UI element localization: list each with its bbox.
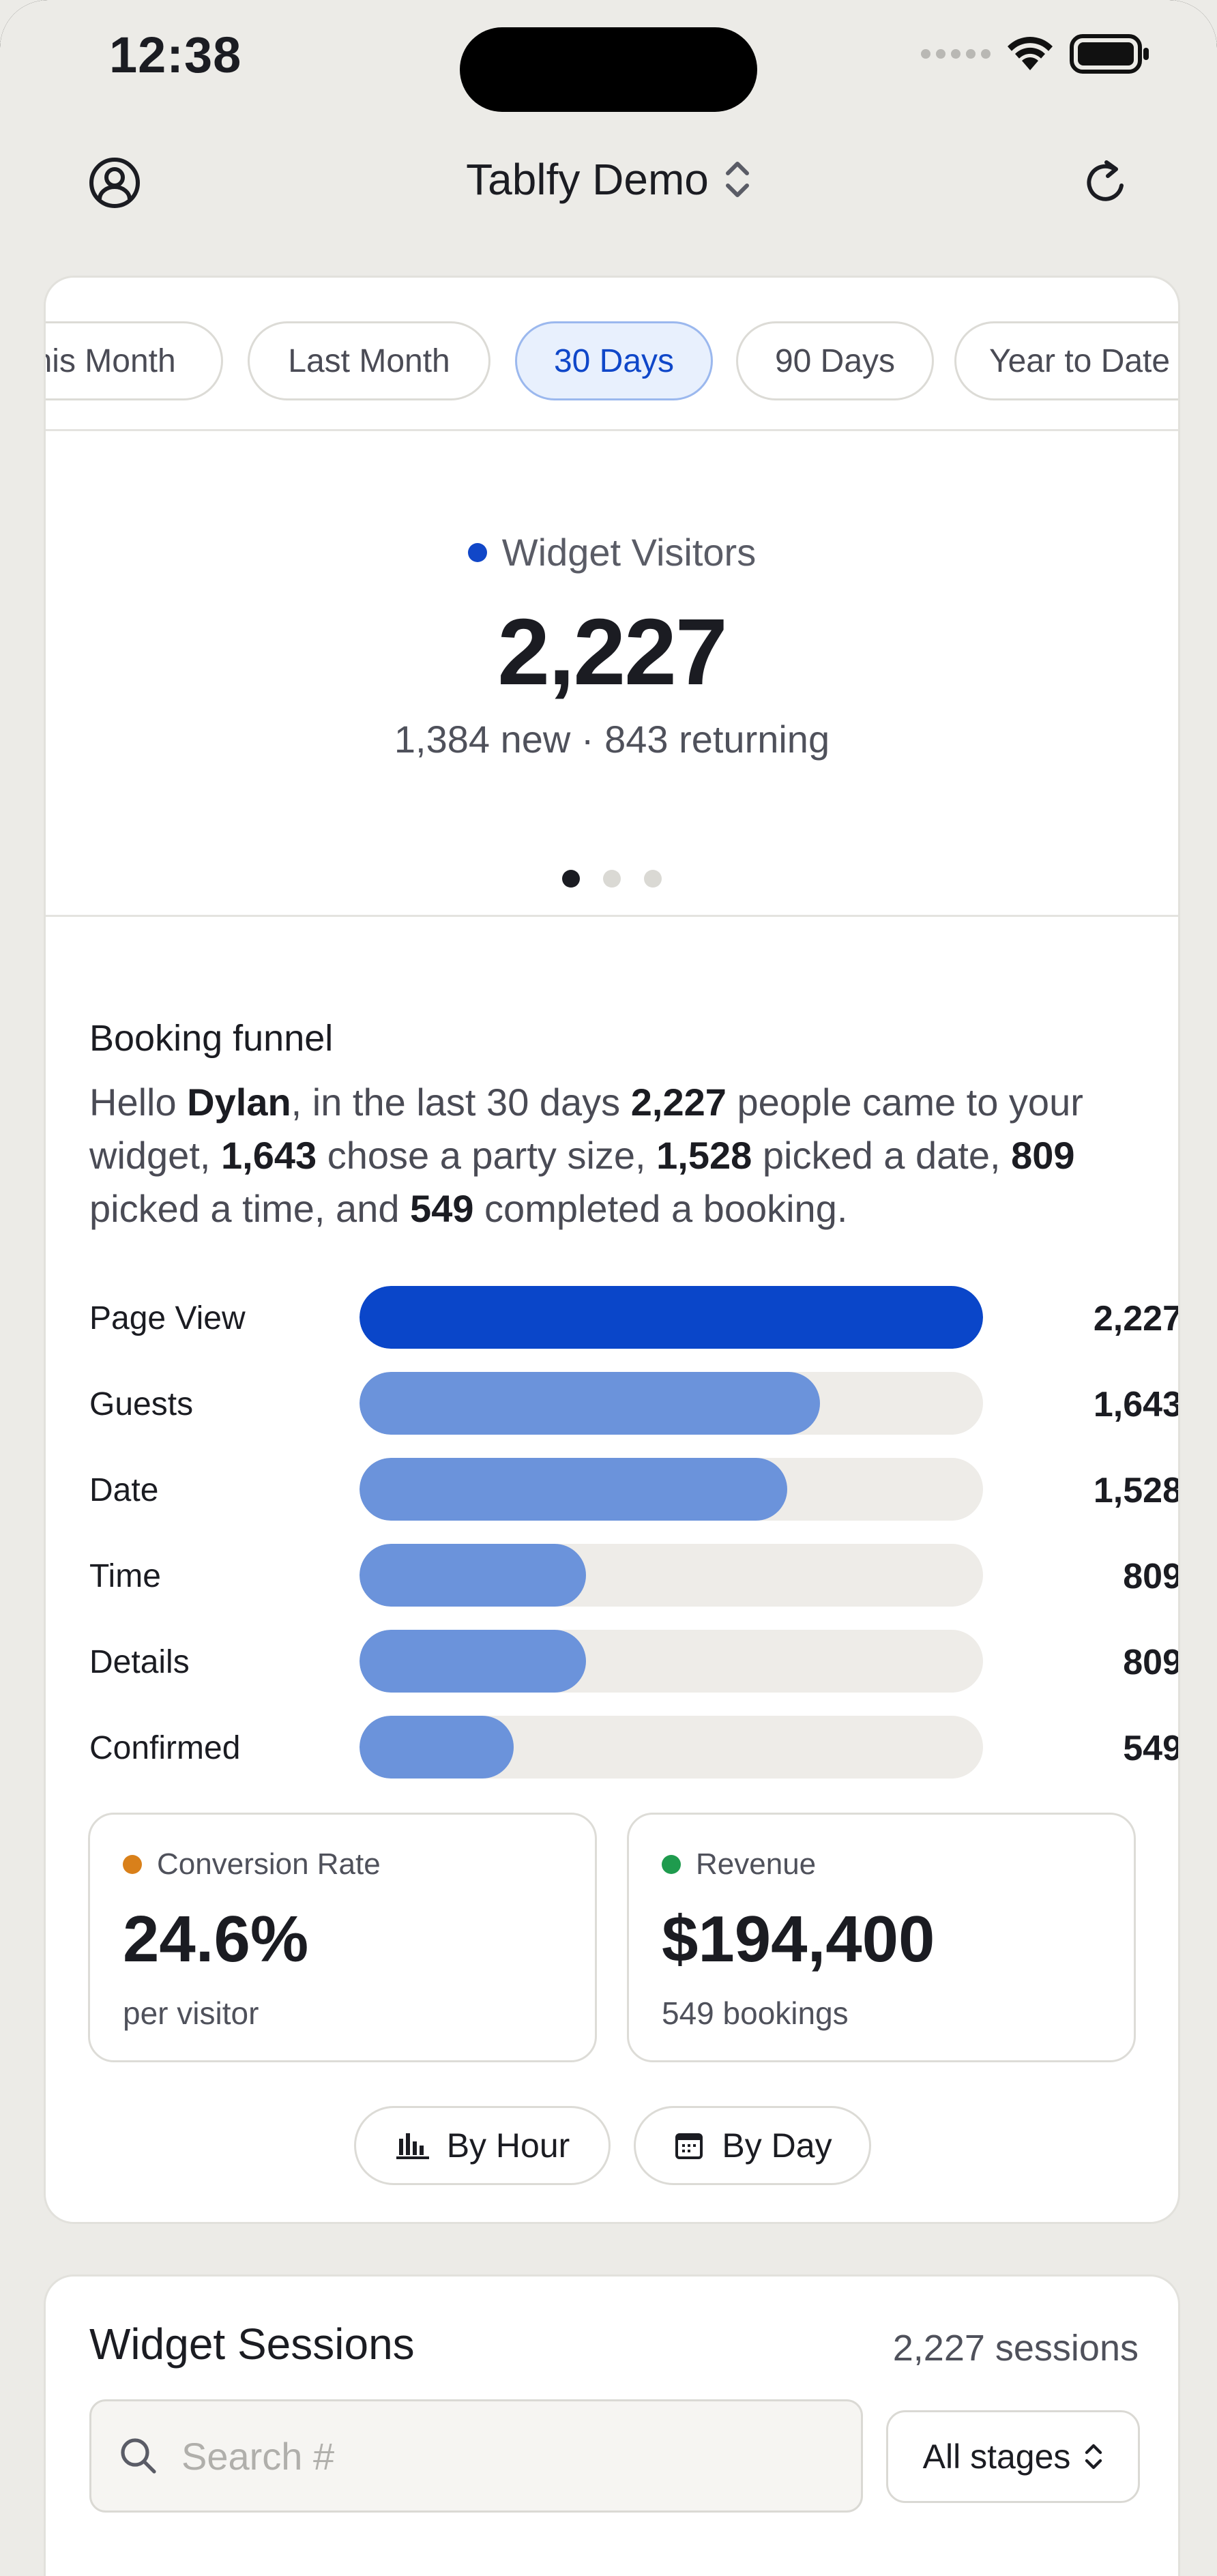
- funnel-step-label: Confirmed: [89, 1730, 241, 1766]
- revenue-dot-icon: [662, 1855, 681, 1874]
- funnel-row: Details 809: [89, 1630, 1180, 1693]
- sessions-card: Widget Sessions 2,227 sessions All stage…: [44, 2274, 1180, 2576]
- funnel-row: Confirmed 549: [89, 1716, 1180, 1779]
- kpi-label-text: Widget Visitors: [501, 531, 757, 574]
- page-dot-3[interactable]: [644, 870, 662, 888]
- search-icon: [121, 2438, 156, 2474]
- tab-90-days[interactable]: 90 Days: [736, 321, 934, 400]
- calendar-icon: [675, 2133, 703, 2159]
- funnel-bar-track: [360, 1716, 983, 1779]
- stat-value: 24.6%: [123, 1903, 309, 1976]
- by-day-label: By Day: [722, 2126, 832, 2165]
- kpi-label: Widget Visitors: [46, 530, 1178, 574]
- stat-sub: 549 bookings: [662, 1995, 849, 2031]
- by-hour-button[interactable]: By Hour: [354, 2106, 611, 2185]
- divider: [46, 429, 1178, 431]
- funnel-step-label: Page View: [89, 1300, 246, 1336]
- battery-icon: [1070, 34, 1149, 74]
- page-dot-2[interactable]: [603, 870, 621, 888]
- funnel-step-label: Date: [89, 1472, 159, 1508]
- signal-dots-icon: [921, 49, 991, 59]
- stat-label: Revenue: [696, 1847, 817, 1881]
- funnel-step-value: 2,227: [1093, 1299, 1180, 1338]
- session-search[interactable]: [89, 2399, 863, 2513]
- page-dot-1[interactable]: [562, 870, 580, 888]
- funnel-bar-track: [360, 1458, 983, 1521]
- funnel-step-label: Guests: [89, 1386, 194, 1422]
- chevron-up-down-icon: [725, 162, 749, 197]
- funnel-step-value: 549: [1123, 1729, 1180, 1768]
- by-day-button[interactable]: By Day: [634, 2106, 871, 2185]
- divider: [46, 915, 1178, 917]
- kpi-dot-icon: [467, 542, 487, 562]
- tab-this-month[interactable]: This Month: [46, 321, 223, 400]
- conversion-dot-icon: [123, 1855, 142, 1874]
- funnel-row: Page View 2,227: [89, 1286, 1180, 1349]
- funnel-bar: [360, 1716, 514, 1779]
- funnel-bar-track: [360, 1630, 983, 1693]
- by-hour-label: By Hour: [446, 2126, 570, 2165]
- funnel-title: Booking funnel: [89, 1018, 334, 1059]
- refresh-button[interactable]: [1072, 149, 1141, 217]
- search-input[interactable]: [181, 2433, 795, 2478]
- tab-last-month[interactable]: Last Month: [248, 321, 490, 400]
- status-icons: [921, 34, 1150, 74]
- revenue-card[interactable]: Revenue $194,400 549 bookings: [627, 1813, 1136, 2062]
- funnel-summary: Hello Dylan, in the last 30 days 2,227 p…: [89, 1081, 1083, 1230]
- stage-filter-value: All stages: [922, 2438, 1071, 2476]
- dynamic-island: [460, 27, 757, 112]
- funnel-step-label: Details: [89, 1644, 190, 1680]
- kpi-breakdown: 1,384 new · 843 returning: [394, 718, 830, 761]
- sessions-count: 2,227 sessions: [892, 2328, 1139, 2369]
- bar-chart-icon: [396, 2133, 429, 2159]
- status-time: 12:38: [109, 27, 242, 83]
- wifi-icon: [1008, 37, 1053, 70]
- funnel-bar: [360, 1544, 586, 1607]
- funnel-row: Time 809: [89, 1544, 1180, 1607]
- funnel-row: Date 1,528: [89, 1458, 1180, 1521]
- funnel-row: Guests 1,643: [89, 1372, 1180, 1435]
- funnel-step-value: 809: [1123, 1557, 1180, 1596]
- stat-value: $194,400: [662, 1903, 935, 1976]
- restaurant-switcher[interactable]: Tablfy Demo: [0, 154, 1217, 205]
- stat-sub: per visitor: [123, 1995, 259, 2031]
- funnel-step-label: Time: [89, 1558, 161, 1594]
- funnel-step-value: 1,528: [1093, 1471, 1180, 1510]
- conversion-rate-card[interactable]: Conversion Rate 24.6% per visitor: [88, 1813, 597, 2062]
- refresh-icon: [1087, 160, 1124, 201]
- date-range-tabs: This Month Last Month 30 Days 90 Days Ye…: [46, 321, 1178, 400]
- funnel-bar: [360, 1372, 820, 1435]
- funnel-step-value: 809: [1123, 1643, 1180, 1682]
- tab-30-days[interactable]: 30 Days: [515, 321, 713, 400]
- page-title: Tablfy Demo: [466, 155, 709, 204]
- dashboard-card: This Month Last Month 30 Days 90 Days Ye…: [44, 276, 1180, 2224]
- kpi-value: 2,227: [497, 600, 727, 705]
- funnel-bar: [360, 1286, 983, 1349]
- sessions-title: Widget Sessions: [89, 2319, 415, 2369]
- kpi-page-indicator[interactable]: [46, 870, 1178, 888]
- funnel-bar-track: [360, 1286, 983, 1349]
- funnel-bar-track: [360, 1372, 983, 1435]
- funnel-bar: [360, 1458, 787, 1521]
- funnel-bar: [360, 1630, 586, 1693]
- phone-screen: 12:38 Tablfy Demo is Month Last Month 30…: [0, 0, 1217, 2576]
- chevron-up-down-icon: [1085, 2444, 1102, 2470]
- stage-filter-select[interactable]: All stages: [886, 2410, 1140, 2503]
- stat-label: Conversion Rate: [157, 1847, 381, 1881]
- funnel-bar-track: [360, 1544, 983, 1607]
- tab-year-to-date[interactable]: Year to Date: [954, 321, 1178, 400]
- funnel-step-value: 1,643: [1093, 1385, 1180, 1424]
